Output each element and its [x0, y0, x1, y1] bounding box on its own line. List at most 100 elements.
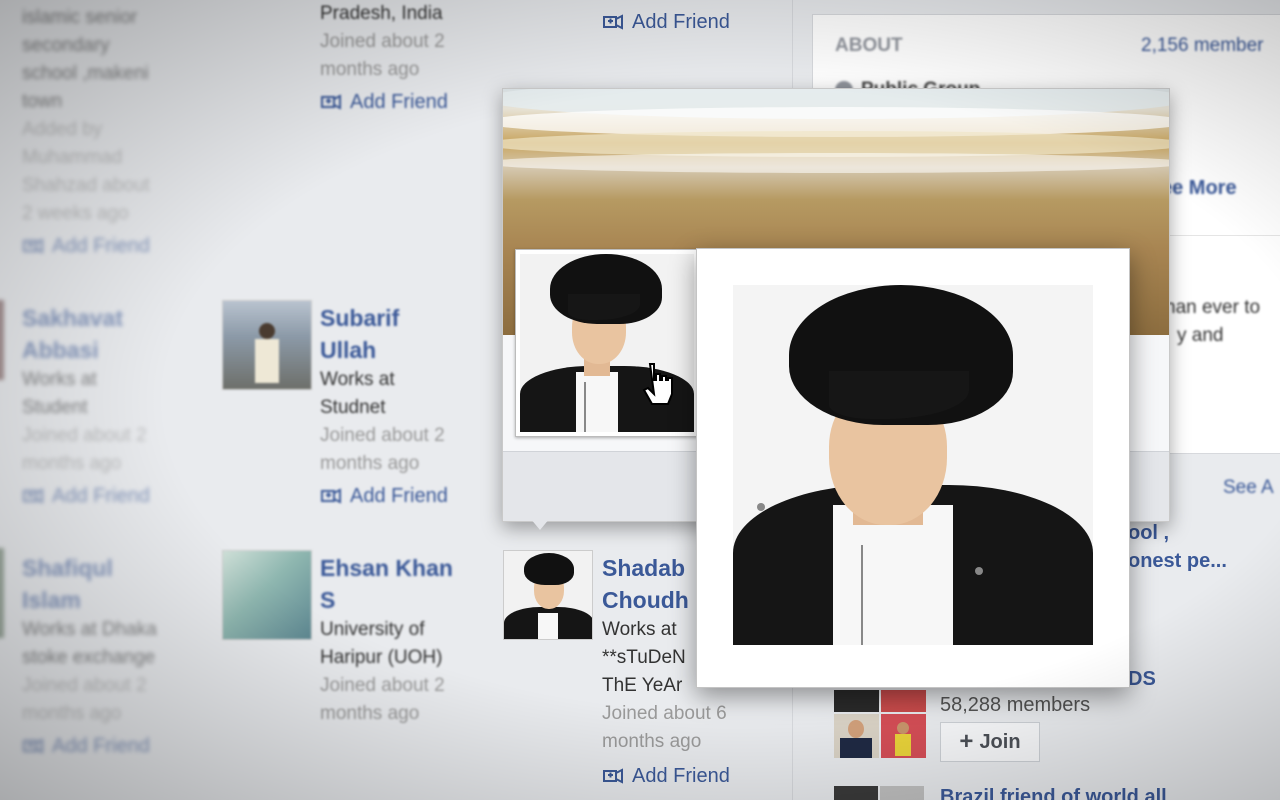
member-joined: Joined about 2: [320, 675, 445, 696]
description-line: y and: [1177, 325, 1224, 346]
add-friend-label: Add Friend: [632, 765, 730, 787]
member-joined: months ago: [602, 731, 702, 752]
members-count-link[interactable]: 2,156 member: [1141, 35, 1264, 57]
school-line: school ,makeni: [22, 63, 149, 84]
member-joined: months ago: [22, 453, 122, 474]
add-friend-icon: [603, 768, 623, 784]
add-friend-label: Add Friend: [52, 485, 150, 507]
group-thumbnail-partial[interactable]: [834, 786, 878, 800]
member-school: University of: [320, 619, 425, 640]
plus-icon: +: [959, 728, 974, 755]
add-friend-label: Add Friend: [350, 485, 448, 507]
member-joined: Joined about 2: [22, 425, 147, 446]
add-friend-icon: [321, 94, 341, 110]
member-work: Works at: [320, 369, 395, 390]
member-work: **sTuDeN: [602, 647, 686, 668]
enlarged-profile-photo: [696, 248, 1130, 688]
suggested-group-name[interactable]: Brazil friend of world all: [940, 786, 1167, 800]
member-name[interactable]: Choudh: [602, 584, 698, 616]
added-by-line: 2 weeks ago: [22, 203, 129, 224]
add-friend-label: Add Friend: [52, 235, 150, 257]
group-members-count: 58,288 members: [940, 694, 1091, 716]
add-friend-icon: [603, 14, 623, 30]
school-line: secondary: [22, 35, 110, 56]
add-friend-icon: [23, 738, 43, 754]
group-thumbnail-collage[interactable]: [834, 690, 926, 758]
member-work: Works at: [602, 619, 677, 640]
add-friend-label: Add Friend: [350, 91, 448, 113]
add-friend-button[interactable]: Add Friend: [22, 232, 202, 260]
suggested-group-name[interactable]: onest pe...: [1128, 550, 1227, 573]
member-joined: months ago: [320, 703, 420, 724]
group-thumbnail-partial[interactable]: [880, 786, 924, 800]
add-friend-button[interactable]: Add Friend: [602, 762, 782, 790]
profile-picture-large: [733, 285, 1093, 645]
avatar-partial: [0, 300, 4, 380]
member-column-left: islamic senior secondary school ,makeni …: [22, 4, 202, 260]
join-label: Join: [979, 730, 1021, 753]
member-name[interactable]: Abbasi: [22, 334, 202, 366]
add-friend-label: Add Friend: [52, 735, 150, 757]
member-card-shadab: Shadab Choudh Works at **sTuDeN ThE YeAr: [602, 552, 698, 700]
member-card-shadab-meta: Joined about 6 months ago Add Friend: [602, 700, 782, 790]
member-card-sakhavat: Sakhavat Abbasi Works at Student Joined …: [22, 302, 202, 510]
member-name[interactable]: Ullah: [320, 334, 490, 366]
see-more-link[interactable]: ee More: [1161, 177, 1237, 200]
member-work: ThE YeAr: [602, 675, 683, 696]
school-line: islamic senior: [22, 7, 138, 28]
hand-cursor-icon: [642, 362, 674, 411]
avatar-ehsan[interactable]: [222, 550, 312, 640]
member-school: Haripur (UOH): [320, 647, 443, 668]
add-friend-button[interactable]: Add Friend: [320, 482, 490, 510]
member-name[interactable]: Shadab: [602, 552, 698, 584]
member-work: Works at Dhaka: [22, 619, 157, 640]
join-button[interactable]: + Join: [940, 722, 1040, 762]
member-work: Works at: [22, 369, 97, 390]
member-name[interactable]: Islam: [22, 584, 212, 616]
member-location: Pradesh, India: [320, 3, 443, 24]
suggested-group-name[interactable]: ool ,: [1128, 522, 1169, 545]
avatar-body: [255, 339, 279, 383]
avatar-partial: [0, 548, 4, 638]
add-friend-icon: [23, 238, 43, 254]
add-friend-icon: [321, 488, 341, 504]
member-name[interactable]: Ehsan Khan: [320, 552, 490, 584]
member-joined: Joined about 2: [320, 31, 445, 52]
profile-thumbnail[interactable]: [515, 249, 699, 437]
add-friend-icon: [23, 488, 43, 504]
member-joined: Joined about 2: [320, 425, 445, 446]
add-friend-button[interactable]: Add Friend: [320, 88, 490, 116]
add-friend-button[interactable]: Add Friend: [22, 732, 212, 760]
member-joined: months ago: [22, 703, 122, 724]
avatar-head: [259, 323, 275, 339]
member-name[interactable]: Subarif: [320, 302, 490, 334]
member-work: Studnet: [320, 397, 386, 418]
suggested-group-name[interactable]: DS: [1128, 668, 1156, 691]
member-joined: Joined about 6: [602, 703, 727, 724]
member-work: stoke exchange: [22, 647, 156, 668]
avatar-shadab[interactable]: [503, 550, 593, 640]
member-work: Student: [22, 397, 88, 418]
school-line: town: [22, 91, 63, 112]
member-card-subarif: Subarif Ullah Works at Studnet Joined ab…: [320, 302, 490, 510]
member-joined: Joined about 2: [22, 675, 147, 696]
description-line: han ever to: [1165, 297, 1261, 318]
member-card-shafiqul: Shafiqul Islam Works at Dhaka stoke exch…: [22, 552, 212, 760]
see-all-link[interactable]: See A: [1223, 477, 1274, 499]
member-name[interactable]: Shafiqul: [22, 552, 212, 584]
add-friend-button[interactable]: Add Friend: [602, 8, 730, 36]
added-by-line: Added by: [22, 119, 103, 140]
about-title: ABOUT: [835, 35, 903, 56]
member-card-top: Pradesh, India Joined about 2 months ago…: [320, 0, 490, 116]
member-card-ehsan: Ehsan Khan S University of Haripur (UOH)…: [320, 552, 490, 728]
member-joined: months ago: [320, 453, 420, 474]
hover-card-pointer: [530, 518, 550, 530]
member-name[interactable]: Sakhavat: [22, 302, 202, 334]
member-joined: months ago: [320, 59, 420, 80]
added-by-line: Muhammad: [22, 147, 123, 168]
avatar-subarif[interactable]: [222, 300, 312, 390]
added-by-line: Shahzad about: [22, 175, 150, 196]
member-name[interactable]: S: [320, 584, 490, 616]
add-friend-button[interactable]: Add Friend: [22, 482, 202, 510]
add-friend-label: Add Friend: [632, 11, 730, 33]
